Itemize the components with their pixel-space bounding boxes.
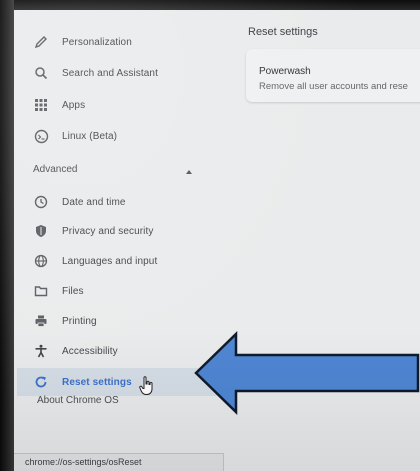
sidebar-item-label: Files: [62, 285, 84, 297]
powerwash-card[interactable]: Powerwash Remove all user accounts and r…: [246, 49, 420, 102]
powerwash-description: Remove all user accounts and rese: [259, 81, 408, 92]
accessibility-icon: [33, 343, 49, 359]
pencil-icon: [33, 34, 49, 50]
sidebar-item-label: Apps: [62, 99, 86, 111]
sidebar-item-apps[interactable]: Apps: [17, 91, 233, 119]
advanced-section-header[interactable]: Advanced: [33, 164, 77, 175]
clock-icon: [33, 194, 49, 210]
apps-grid-icon: [33, 97, 49, 113]
reset-icon: [33, 374, 49, 390]
sidebar-item-privacy-and-security[interactable]: Privacy and security: [17, 217, 233, 245]
sidebar-item-date-and-time[interactable]: Date and time: [17, 188, 233, 216]
sidebar-item-label: Printing: [62, 315, 97, 327]
sidebar-item-label: Personalization: [62, 36, 132, 48]
powerwash-title: Powerwash: [259, 66, 311, 77]
pointer-arrow-annotation: [194, 331, 420, 415]
sidebar-item-label: Accessibility: [62, 345, 118, 357]
sidebar-item-languages-and-input[interactable]: Languages and input: [17, 247, 233, 275]
printer-icon: [33, 313, 49, 329]
globe-icon: [33, 253, 49, 269]
terminal-icon: [33, 128, 49, 144]
sidebar-item-label: Reset settings: [62, 376, 132, 388]
folder-icon: [33, 283, 49, 299]
hand-cursor-icon: [139, 376, 153, 395]
sidebar-item-linux-beta[interactable]: Linux (Beta): [17, 122, 233, 150]
status-url: chrome://os-settings/osReset: [25, 457, 142, 467]
search-icon: [33, 65, 49, 81]
sidebar-item-files[interactable]: Files: [17, 277, 233, 305]
collapse-caret-icon[interactable]: [186, 170, 192, 174]
sidebar-item-label: Date and time: [62, 196, 126, 208]
monitor-bezel-left: [0, 0, 14, 471]
sidebar-item-about-chrome-os[interactable]: About Chrome OS: [37, 395, 119, 406]
sidebar-item-search-and-assistant[interactable]: Search and Assistant: [17, 59, 233, 87]
monitor-bezel-top: [0, 0, 420, 10]
page-title: Reset settings: [248, 26, 318, 38]
shield-icon: [33, 223, 49, 239]
status-bar: chrome://os-settings/osReset: [3, 453, 224, 471]
sidebar-item-personalization[interactable]: Personalization: [17, 28, 233, 56]
sidebar-item-label: Privacy and security: [62, 225, 154, 237]
sidebar-item-label: Linux (Beta): [62, 130, 118, 142]
sidebar-item-label: Search and Assistant: [62, 67, 158, 79]
sidebar-item-label: Languages and input: [62, 255, 158, 267]
